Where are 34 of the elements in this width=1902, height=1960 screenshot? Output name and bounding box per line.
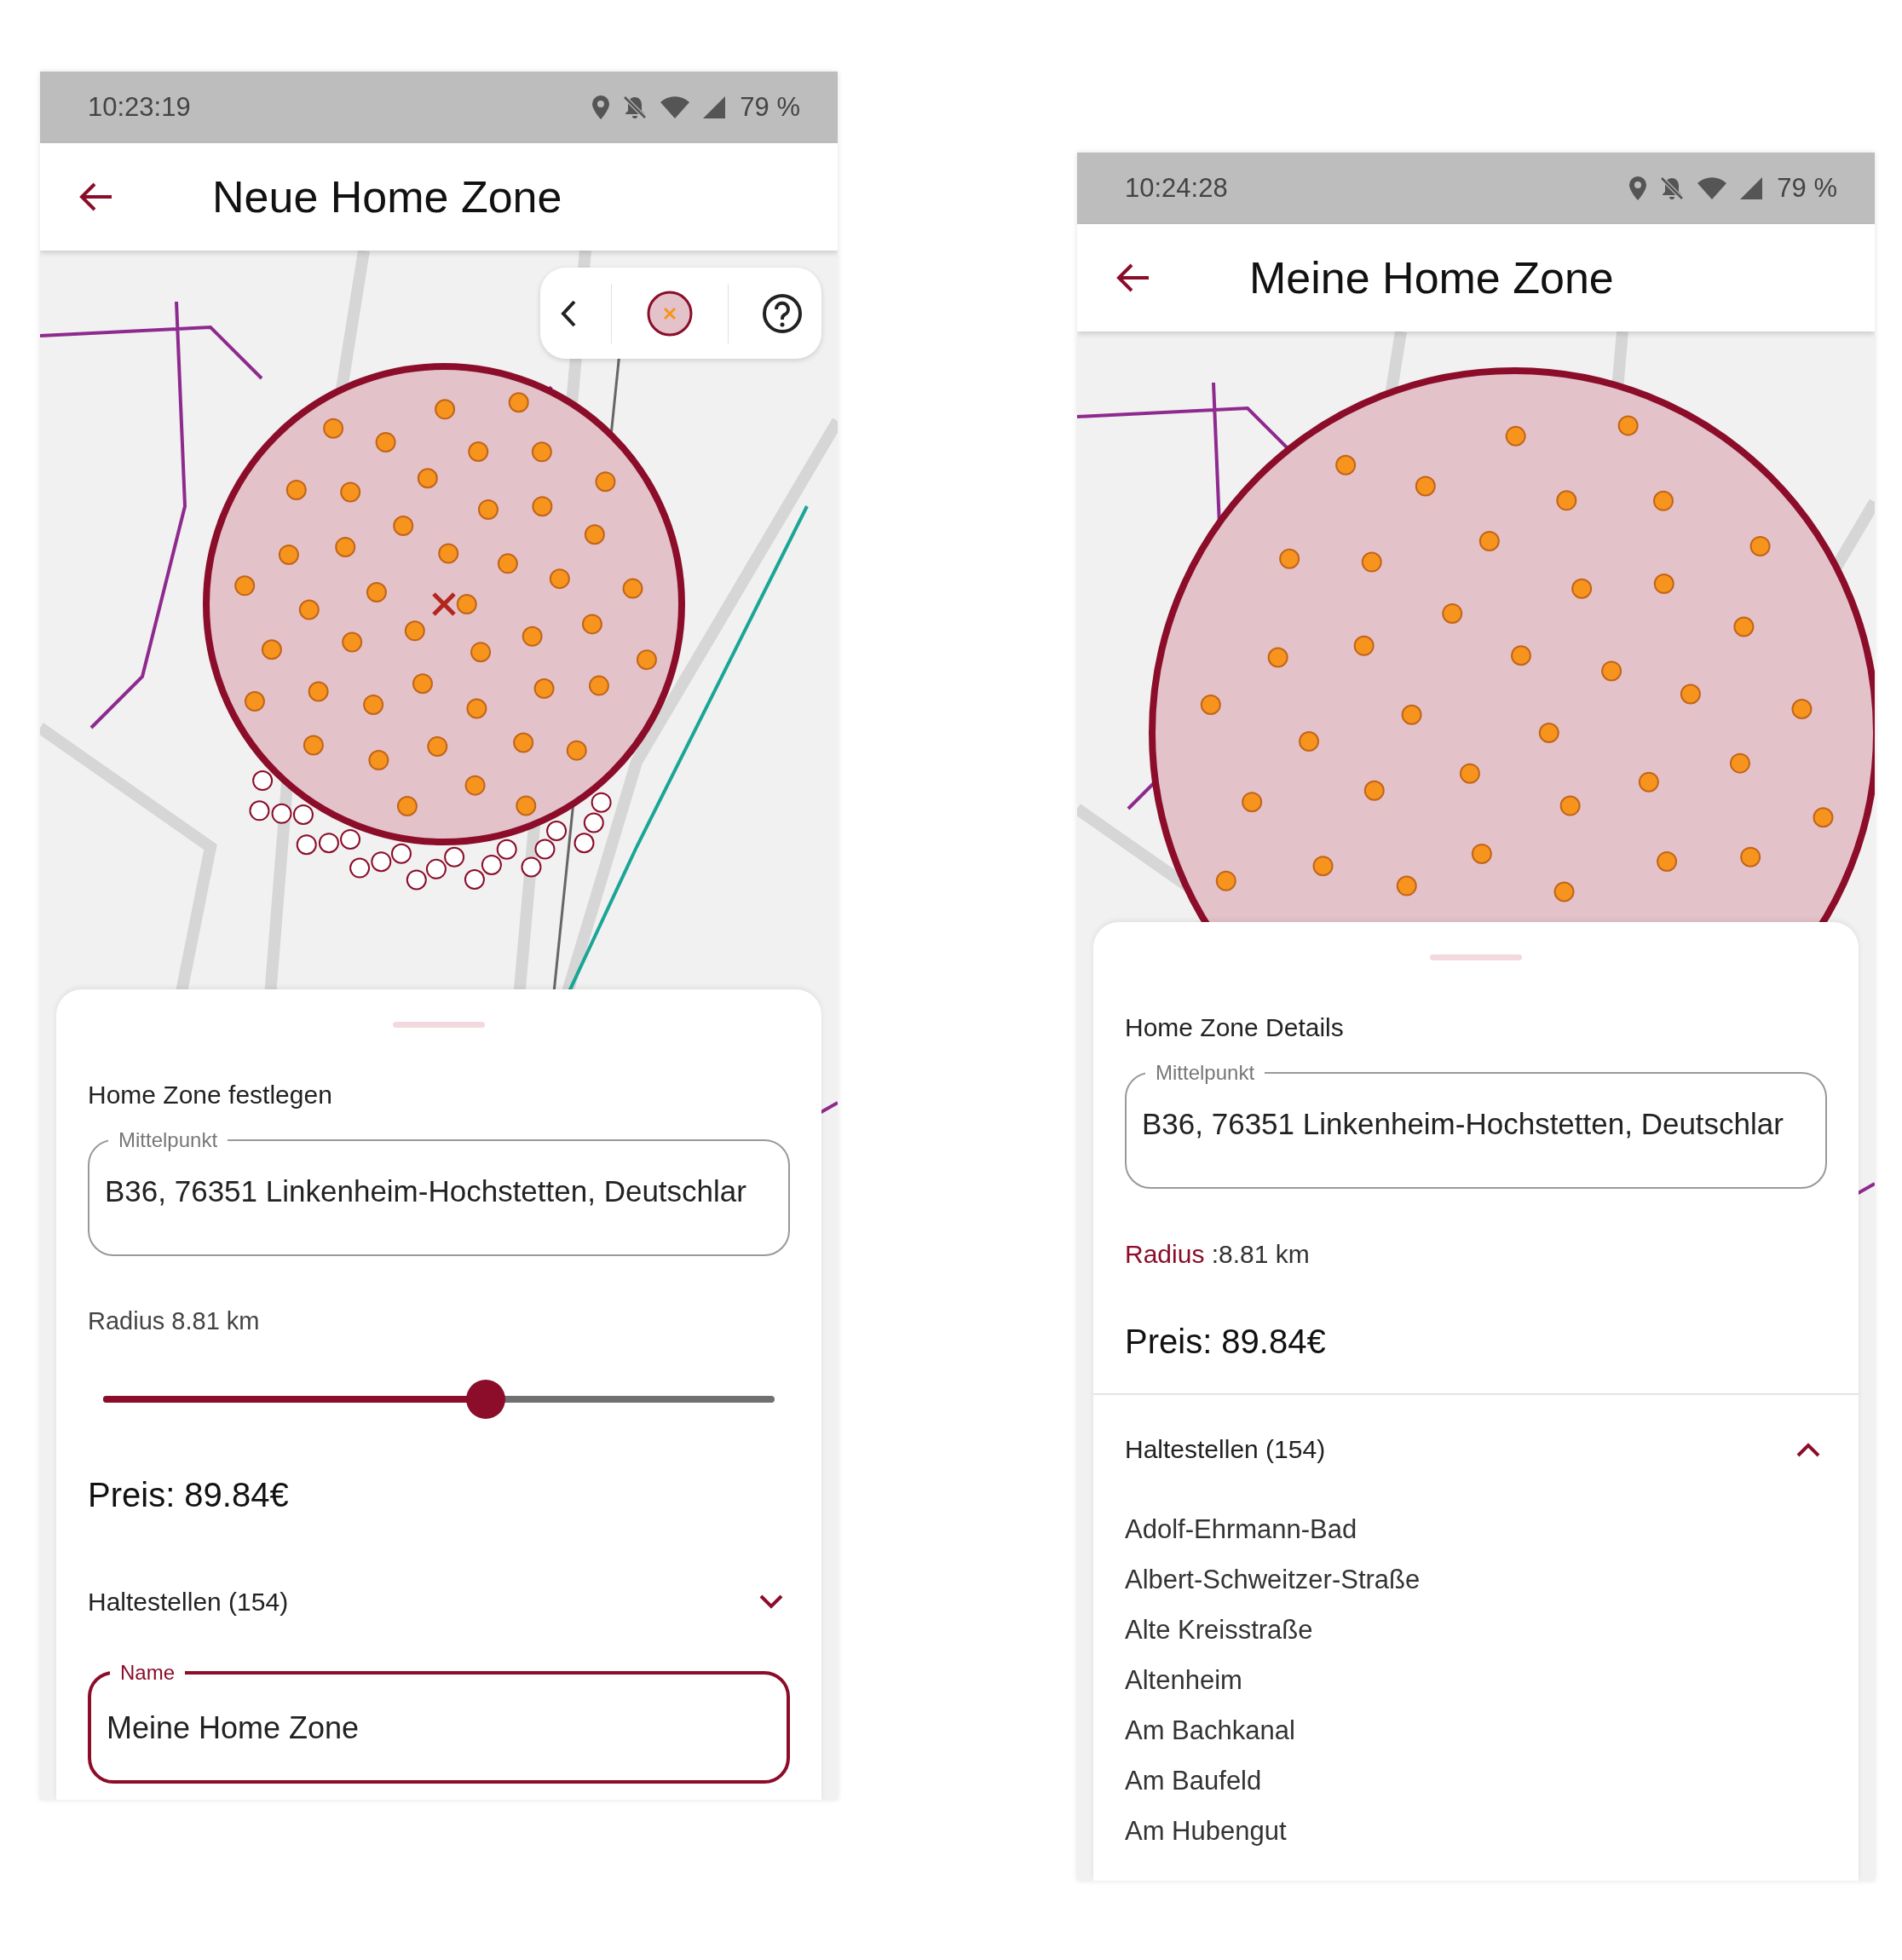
stop-item[interactable]: Alte Kreisstraße [1125, 1614, 1827, 1646]
chevron-up-icon [1796, 1442, 1820, 1457]
signal-icon [1739, 176, 1764, 200]
stop-item[interactable]: Adolf-Ehrmann-Bad [1125, 1513, 1827, 1545]
location-icon [1628, 176, 1648, 201]
radius-text: Radius :8.81 km [1125, 1240, 1311, 1269]
battery-level: 79 % [740, 92, 800, 123]
screen-title: Meine Home Zone [1249, 252, 1614, 303]
drag-handle[interactable] [393, 1022, 485, 1028]
muted-bell-icon [622, 95, 648, 120]
radius-label: Radius 8.81 km [88, 1307, 261, 1335]
stop-item[interactable]: Am Baufeld [1125, 1765, 1827, 1796]
section-title: Home Zone festlegen [88, 1081, 333, 1110]
stop-item[interactable]: Albert-Schweitzer-Straße [1125, 1564, 1827, 1595]
location-icon [591, 95, 611, 120]
muted-bell-icon [1659, 176, 1686, 201]
battery-level: 79 % [1777, 173, 1837, 204]
screen-title: Neue Home Zone [212, 171, 562, 222]
drag-handle[interactable] [1430, 954, 1522, 960]
chevron-down-icon [759, 1594, 783, 1610]
stops-expander[interactable]: Haltestellen (154) [88, 1588, 790, 1617]
status-time: 10:24:28 [1125, 173, 1229, 204]
price-text: Preis: 89.84€ [88, 1476, 290, 1514]
stops-expander[interactable]: Haltestellen (154) [1125, 1435, 1827, 1464]
stop-item[interactable]: Altenheim [1125, 1664, 1827, 1696]
signal-icon [702, 95, 727, 119]
section-title: Home Zone Details [1125, 1013, 1345, 1042]
radius-slider[interactable] [103, 1379, 775, 1420]
stop-item[interactable]: Am Bachkanal [1125, 1715, 1827, 1746]
status-time: 10:23:19 [88, 92, 192, 123]
stop-item[interactable]: Am Hubengut [1125, 1815, 1827, 1847]
wifi-icon [1697, 176, 1728, 200]
wifi-icon [660, 95, 691, 119]
price-text: Preis: 89.84€ [1125, 1323, 1327, 1361]
